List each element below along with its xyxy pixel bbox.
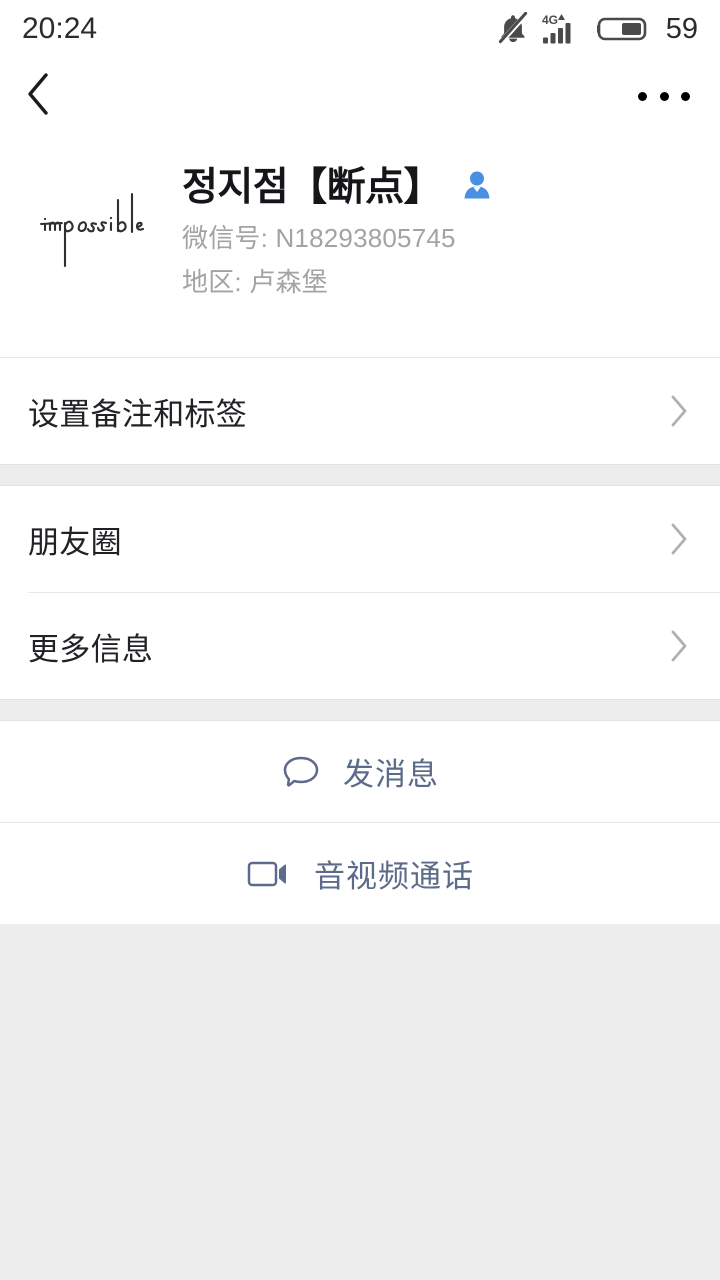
status-bar-clock: 20:24: [22, 12, 98, 45]
contact-profile-page: 20:24 4G 59 정지점【断点】 微信号: N18293805745 地区…: [0, 0, 720, 1280]
avatar[interactable]: [28, 162, 156, 290]
navigation-bar: [0, 58, 720, 134]
send-message-button[interactable]: 发消息: [0, 721, 720, 822]
chevron-right-icon: [668, 627, 690, 665]
action-buttons: 发消息 音视频通话: [0, 721, 720, 925]
status-bar: 20:24 4G 59: [0, 0, 720, 58]
profile-name-line: 정지점【断点】: [182, 166, 494, 210]
mute-bell-icon: [497, 12, 529, 46]
message-bubble-icon: [281, 753, 321, 791]
video-call-button[interactable]: 音视频通话: [0, 823, 720, 924]
video-call-label: 音视频通话: [314, 859, 474, 895]
battery-icon: [596, 14, 651, 44]
row-more-information[interactable]: 更多信息: [0, 593, 720, 699]
status-bar-icons: 4G 59: [497, 12, 698, 46]
section-gap: [0, 464, 720, 487]
profile-header: 정지점【断点】 微信号: N18293805745 地区: 卢森堡: [0, 134, 720, 358]
row-label: 更多信息: [28, 631, 154, 667]
section-moments-and-info: 朋友圈 更多信息: [0, 486, 720, 700]
row-label: 设置备注和标签: [28, 396, 248, 432]
video-camera-icon: [246, 857, 292, 891]
row-set-remarks-and-tags[interactable]: 设置备注和标签: [0, 358, 720, 464]
send-message-label: 发消息: [343, 757, 439, 793]
male-person-icon: [460, 168, 494, 207]
region-label: 地区: 卢森堡: [182, 267, 328, 298]
page-title: 정지점【断点】: [182, 166, 443, 209]
more-options-icon: [659, 91, 669, 101]
page-background: [0, 924, 720, 1280]
more-options-button[interactable]: [638, 73, 690, 119]
chevron-right-icon: [668, 520, 690, 558]
profile-row: 정지점【断点】 微信号: N18293805745 地区: 卢森堡: [0, 162, 720, 299]
battery-percent-label: 59: [665, 12, 698, 45]
back-button[interactable]: [24, 71, 70, 122]
chevron-left-icon: [24, 71, 54, 122]
row-label: 朋友圈: [28, 524, 122, 560]
section-gap: [0, 699, 720, 722]
signal-4g-icon: 4G: [542, 12, 584, 46]
more-options-icon: [681, 91, 690, 101]
svg-text:4G: 4G: [542, 13, 558, 27]
row-moments[interactable]: 朋友圈: [0, 486, 720, 592]
more-options-icon: [638, 91, 647, 101]
section-remarks: 设置备注和标签: [0, 358, 720, 465]
chevron-right-icon: [668, 392, 690, 430]
wechat-id-label: 微信号: N18293805745: [182, 222, 456, 253]
profile-info: 정지점【断点】 微信号: N18293805745 地区: 卢森堡: [182, 162, 494, 299]
